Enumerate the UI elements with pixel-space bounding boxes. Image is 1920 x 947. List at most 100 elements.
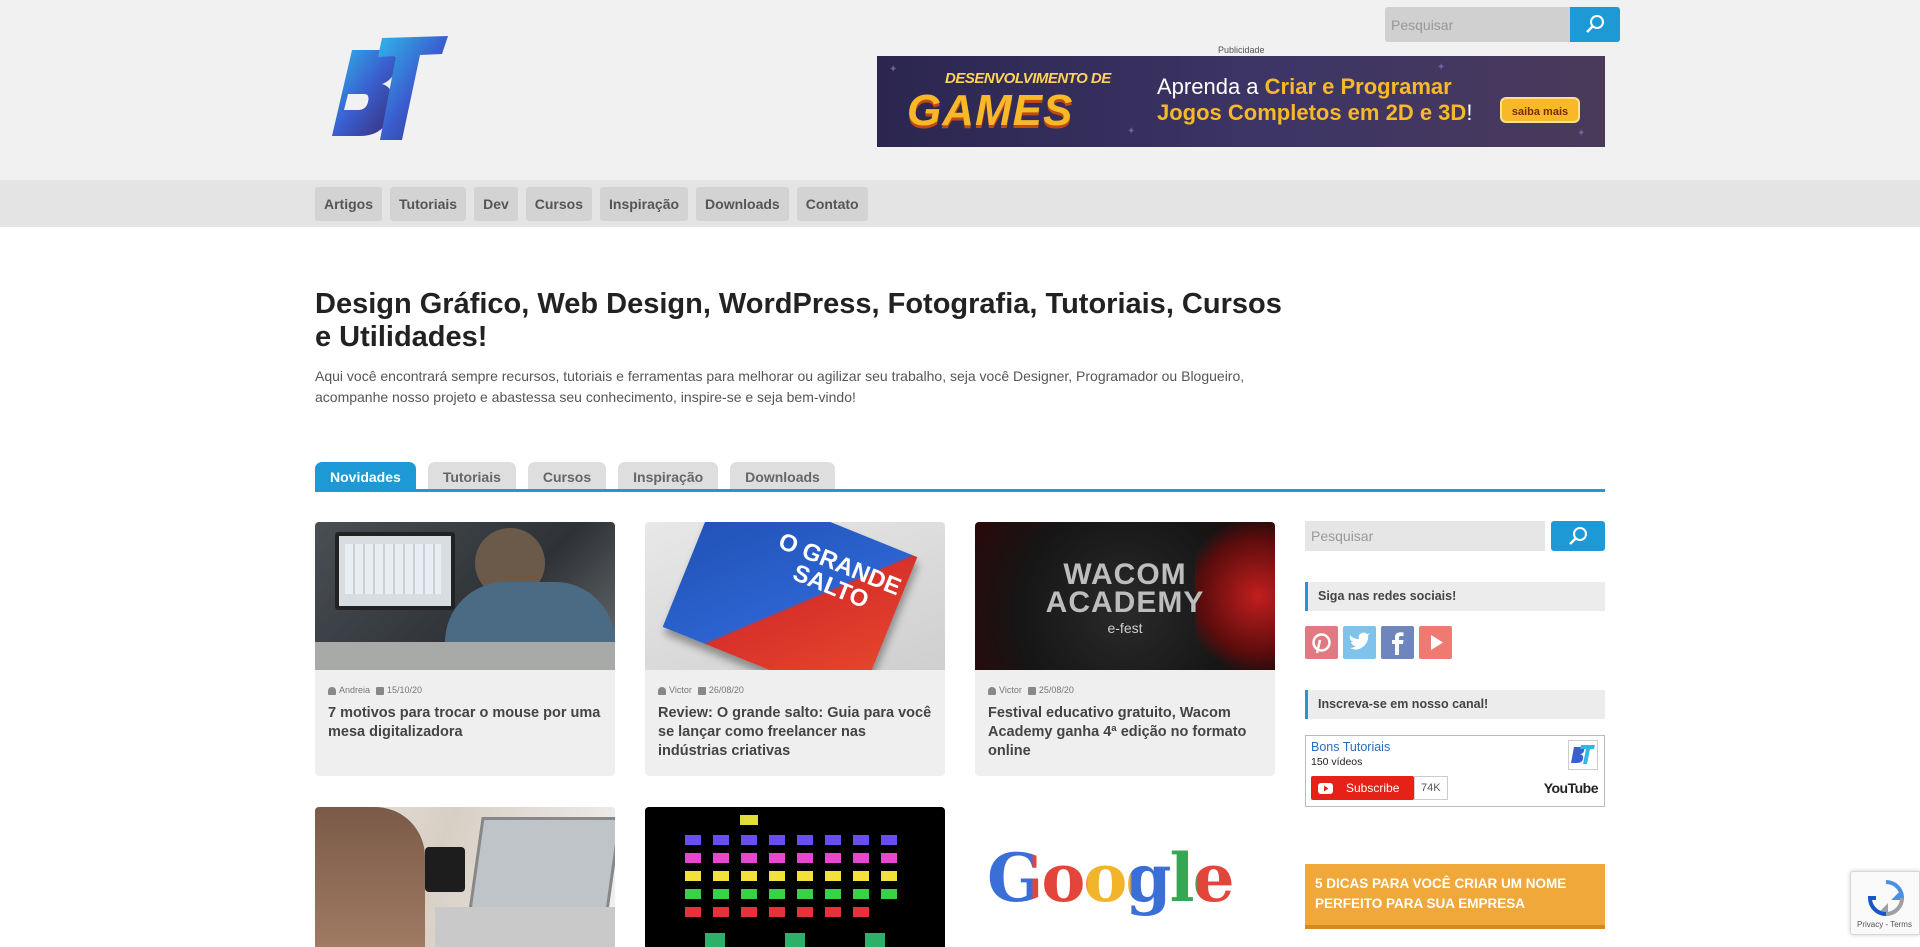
post-meta: Victor 25/08/20 [988, 685, 1074, 695]
post-thumbnail[interactable]: WACOM ACADEMY e-fest [975, 522, 1275, 670]
post-card[interactable] [645, 807, 945, 947]
recaptcha-badge[interactable]: Privacy - Terms [1850, 871, 1920, 935]
user-icon [988, 686, 996, 695]
tab-inspiracao[interactable]: Inspiração [618, 462, 719, 490]
tab-cursos[interactable]: Cursos [527, 462, 607, 490]
header-search-button[interactable] [1570, 7, 1620, 42]
nav-item-contato[interactable]: Contato [796, 187, 868, 221]
post-author: Victor [658, 685, 692, 695]
post-author-name: Andreia [339, 685, 371, 695]
nav-item-cursos[interactable]: Cursos [525, 187, 592, 221]
promo-banner[interactable]: 5 DICAS PARA VOCÊ CRIAR UM NOME PERFEITO… [1305, 864, 1605, 929]
yt-channel-avatar[interactable] [1568, 740, 1598, 770]
post-author-name: Victor [999, 685, 1022, 695]
post-thumbnail[interactable] [645, 807, 945, 947]
post-title[interactable]: 7 motivos para trocar o mouse por uma me… [328, 704, 603, 742]
site-logo[interactable] [330, 36, 450, 144]
calendar-icon [697, 686, 706, 695]
nav-item-tutoriais[interactable]: Tutoriais [390, 187, 467, 221]
facebook-glyph [1392, 632, 1404, 655]
facebook-icon[interactable] [1381, 626, 1414, 659]
laptop-base [435, 907, 615, 947]
sidebar-search-button[interactable] [1551, 521, 1605, 551]
yt-channel-name[interactable]: Bons Tutoriais [1311, 740, 1390, 754]
youtube-icon[interactable] [1419, 626, 1452, 659]
post-thumbnail[interactable] [315, 807, 615, 947]
post-date-value: 26/08/20 [708, 685, 744, 695]
youtube-logo: YouTube [1543, 780, 1599, 796]
yt-subscribe-button[interactable]: Subscribe [1311, 776, 1414, 800]
ad-banner[interactable]: ✦ ✦ ✦ ✦ DESENVOLVIMENTO DE GAMES Aprenda… [877, 56, 1605, 147]
youtube-glyph [1431, 635, 1443, 650]
post-date-value: 25/08/20 [1038, 685, 1074, 695]
recaptcha-links[interactable]: Privacy - Terms [1857, 920, 1912, 929]
post-card[interactable] [315, 807, 615, 947]
calendar-icon [1027, 686, 1036, 695]
post-thumbnail[interactable]: O GRANDE SALTO [645, 522, 945, 670]
post-card[interactable]: WACOM ACADEMY e-fest Victor 25/08/20 Fes… [975, 522, 1275, 776]
nav-menu: Artigos Tutoriais Dev Cursos Inspiração … [315, 187, 868, 221]
laptop-screen [468, 817, 615, 912]
post-date: 26/08/20 [697, 685, 744, 695]
wacom-cover-line3: e-fest [1107, 620, 1143, 636]
search-icon [1569, 527, 1587, 545]
nav-item-inspiracao[interactable]: Inspiração [600, 187, 689, 221]
content-tabs: Novidades Tutoriais Cursos Inspiração Do… [315, 462, 835, 490]
channel-logo-icon [1571, 745, 1595, 764]
social-heading: Siga nas redes sociais! [1305, 582, 1605, 611]
tabs-underline [315, 489, 1605, 492]
tab-downloads[interactable]: Downloads [730, 462, 835, 490]
sidebar-search-input[interactable] [1305, 521, 1545, 551]
user-icon [328, 686, 336, 695]
post-author: Andreia [328, 685, 370, 695]
yt-subscriber-count: 74K [1414, 776, 1448, 800]
google-logo-text: Google [987, 839, 1235, 917]
ad-line2: GAMES [907, 86, 1074, 135]
main-navbar: Artigos Tutoriais Dev Cursos Inspiração … [0, 180, 1920, 227]
calendar-icon [376, 686, 385, 695]
nav-item-dev[interactable]: Dev [474, 187, 518, 221]
page-description: Aqui você encontrará sempre recursos, tu… [315, 368, 1245, 405]
post-meta: Victor 26/08/20 [658, 685, 744, 695]
ad-label: Publicidade [1218, 45, 1265, 55]
post-card[interactable]: Andreia 15/10/20 7 motivos para trocar o… [315, 522, 615, 776]
page-title: Design Gráfico, Web Design, WordPress, F… [315, 288, 1282, 353]
ad-cta-button[interactable]: saiba mais [1500, 97, 1580, 123]
post-title[interactable]: Festival educativo gratuito, Wacom Acade… [988, 704, 1263, 761]
twitter-icon[interactable] [1343, 626, 1376, 659]
youtube-play-icon [1318, 783, 1333, 794]
screen-content [345, 544, 441, 594]
yt-video-count: 150 vídeos [1311, 756, 1363, 768]
post-title[interactable]: Review: O grande salto: Guia para você s… [658, 704, 933, 761]
post-author: Victor [988, 685, 1022, 695]
tab-novidades[interactable]: Novidades [315, 462, 416, 490]
user-icon [658, 686, 666, 695]
ad-right-line2: Jogos Completos em 2D e 3D! [1157, 100, 1472, 126]
channel-heading: Inscreva-se em nosso canal! [1305, 690, 1605, 719]
post-date: 25/08/20 [1027, 685, 1074, 695]
ad-line1: DESENVOLVIMENTO DE [945, 70, 1111, 87]
pinterest-icon[interactable] [1305, 626, 1338, 659]
post-date: 15/10/20 [376, 685, 422, 695]
tab-tutoriais[interactable]: Tutoriais [427, 462, 516, 490]
nav-item-artigos[interactable]: Artigos [315, 187, 382, 221]
google-doodle[interactable]: Google [975, 807, 1275, 947]
ad-right-line2-highlight: Jogos Completos em 2D e 3D [1157, 100, 1467, 125]
post-meta: Andreia 15/10/20 [328, 685, 422, 695]
recaptcha-icon [1867, 880, 1905, 917]
header-search-input[interactable] [1385, 7, 1570, 42]
ad-right-line1-pre: Aprenda a [1157, 74, 1265, 99]
space-invaders-graphic [685, 815, 897, 947]
post-author-name: Victor [669, 685, 692, 695]
ad-right-line2-post: ! [1466, 100, 1473, 125]
wacom-cover-line2: ACADEMY [1045, 586, 1205, 619]
person-hair [315, 807, 425, 947]
desk [315, 642, 615, 670]
post-thumbnail[interactable] [315, 522, 615, 670]
youtube-subscribe-widget: Bons Tutoriais 150 vídeos Subscribe 74K … [1305, 735, 1605, 807]
ad-right-line1: Aprenda a Criar e Programar [1157, 74, 1452, 100]
pinterest-glyph [1312, 633, 1331, 654]
nav-item-downloads[interactable]: Downloads [696, 187, 789, 221]
post-card[interactable]: O GRANDE SALTO Victor 26/08/20 Review: O… [645, 522, 945, 776]
post-date-value: 15/10/20 [387, 685, 423, 695]
